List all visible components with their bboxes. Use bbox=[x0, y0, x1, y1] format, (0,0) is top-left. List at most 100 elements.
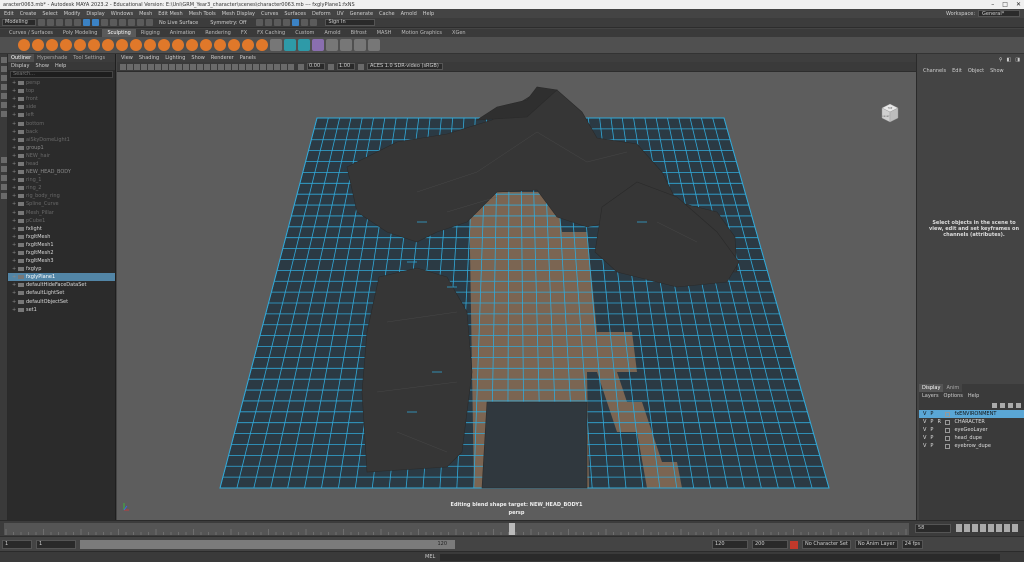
outliner-item[interactable]: + fxgltMesh bbox=[8, 233, 115, 241]
xray-icon[interactable] bbox=[274, 63, 280, 70]
range-slider-bar[interactable]: 120 bbox=[80, 540, 455, 549]
hypershade-icon[interactable] bbox=[283, 19, 291, 26]
outliner-tab-tool-settings[interactable]: Tool Settings bbox=[70, 54, 108, 62]
menu-deform[interactable]: Deform bbox=[312, 11, 331, 17]
image-plane-icon[interactable] bbox=[141, 63, 147, 70]
shelf-tab-animation[interactable]: Animation bbox=[165, 29, 201, 37]
knife-tool-icon[interactable] bbox=[200, 39, 212, 51]
menu-arnold[interactable]: Arnold bbox=[401, 11, 417, 17]
minimize-icon[interactable]: – bbox=[991, 1, 994, 8]
save-scene-icon[interactable] bbox=[56, 19, 63, 26]
channel-menu-object[interactable]: Object bbox=[968, 68, 984, 74]
outliner-item[interactable]: + front bbox=[8, 95, 115, 103]
script-language-label[interactable]: MEL bbox=[425, 554, 435, 560]
ipr-render-icon[interactable] bbox=[265, 19, 273, 26]
resolution-gate-icon[interactable] bbox=[162, 63, 168, 70]
outliner-menu-show[interactable]: Show bbox=[35, 62, 49, 70]
outliner-item[interactable]: + NEW_hair bbox=[8, 152, 115, 160]
antialias-icon[interactable] bbox=[253, 63, 259, 70]
expand-icon[interactable]: + bbox=[12, 226, 16, 232]
open-scene-icon[interactable] bbox=[47, 19, 54, 26]
relax-tool-icon[interactable] bbox=[46, 39, 58, 51]
persp-graph-icon[interactable] bbox=[1, 184, 7, 190]
expand-icon[interactable]: + bbox=[12, 242, 16, 248]
expand-icon[interactable]: + bbox=[12, 282, 16, 288]
viewport-canvas[interactable]: TOP FRONT Editing blend shape target: NE… bbox=[117, 72, 916, 520]
gate-mask-icon[interactable] bbox=[169, 63, 175, 70]
outliner-item[interactable]: + top bbox=[8, 87, 115, 95]
select-component-icon[interactable] bbox=[101, 19, 108, 26]
expand-icon[interactable]: + bbox=[12, 96, 16, 102]
menu-modify[interactable]: Modify bbox=[64, 11, 81, 17]
menu-mesh-display[interactable]: Mesh Display bbox=[222, 11, 255, 17]
expand-icon[interactable]: + bbox=[12, 234, 16, 240]
menu-windows[interactable]: Windows bbox=[111, 11, 133, 17]
outliner-item[interactable]: + set1 bbox=[8, 306, 115, 314]
grid-toggle-icon[interactable] bbox=[148, 63, 154, 70]
scale-tool-icon[interactable] bbox=[1, 102, 7, 108]
layer-visibility-toggle[interactable]: V bbox=[923, 427, 926, 433]
layer-playback-toggle[interactable]: P bbox=[930, 427, 933, 433]
expand-icon[interactable]: + bbox=[12, 161, 16, 167]
menu-mesh-tools[interactable]: Mesh Tools bbox=[189, 11, 216, 17]
expand-icon[interactable]: + bbox=[12, 299, 16, 305]
select-tool-icon[interactable] bbox=[1, 57, 7, 63]
layer-reference-toggle[interactable]: R bbox=[937, 419, 941, 425]
select-camera-icon[interactable] bbox=[120, 63, 126, 70]
viewport-menu-view[interactable]: View bbox=[121, 54, 133, 62]
outliner-item[interactable]: + head bbox=[8, 160, 115, 168]
snap-grid-icon[interactable] bbox=[110, 19, 117, 26]
outliner-item[interactable]: + Mesh_Pillar bbox=[8, 209, 115, 217]
layer-color-swatch[interactable] bbox=[945, 427, 951, 433]
attribute-editor-icon[interactable]: ◧ bbox=[1007, 57, 1012, 63]
outliner-item[interactable]: + fxglyp bbox=[8, 265, 115, 273]
expand-icon[interactable]: + bbox=[12, 193, 16, 199]
playback-end-field[interactable]: 120 bbox=[712, 540, 748, 549]
maximize-icon[interactable]: □ bbox=[1002, 1, 1008, 8]
outliner-item[interactable]: + persp bbox=[8, 79, 115, 87]
modeling-toolkit-icon[interactable]: ◨ bbox=[1015, 57, 1020, 63]
layer-tab-anim[interactable]: Anim bbox=[943, 384, 963, 392]
expand-icon[interactable]: + bbox=[12, 80, 16, 86]
wireframe-on-shaded-icon[interactable] bbox=[211, 63, 217, 70]
expand-icon[interactable]: + bbox=[12, 218, 16, 224]
camera-attributes-icon[interactable] bbox=[127, 63, 133, 70]
live-surface-label[interactable]: No Live Surface bbox=[159, 20, 198, 26]
outliner-item[interactable]: + back bbox=[8, 128, 115, 136]
smear-tool-icon[interactable] bbox=[214, 39, 226, 51]
layer-visibility-toggle[interactable]: V bbox=[923, 411, 926, 417]
safe-title-icon[interactable] bbox=[190, 63, 196, 70]
ambient-occlusion-icon[interactable] bbox=[239, 63, 245, 70]
sculpt-mesh-icon[interactable] bbox=[368, 39, 380, 51]
expand-icon[interactable]: + bbox=[12, 88, 16, 94]
playback-start-field[interactable]: 1 bbox=[36, 540, 76, 549]
expand-icon[interactable]: + bbox=[12, 153, 16, 159]
layer-menu-help[interactable]: Help bbox=[968, 392, 979, 400]
grab-tool-icon[interactable] bbox=[60, 39, 72, 51]
shelf-tab-mash[interactable]: MASH bbox=[372, 29, 397, 37]
outliner-item[interactable]: + fxglyPlane1 bbox=[8, 273, 115, 282]
outliner-item[interactable]: + defaultHideFaceDataSet bbox=[8, 281, 115, 289]
menu-edit-mesh[interactable]: Edit Mesh bbox=[158, 11, 182, 17]
shape-editor-icon[interactable] bbox=[298, 39, 310, 51]
select-hierarchy-icon[interactable] bbox=[83, 19, 90, 26]
pose-editor-icon[interactable] bbox=[312, 39, 324, 51]
exposure-field[interactable]: 0.00 bbox=[307, 63, 325, 70]
outliner-item[interactable]: + fxgltMesh2 bbox=[8, 249, 115, 257]
shelf-tab-poly-modeling[interactable]: Poly Modeling bbox=[58, 29, 103, 37]
step-forward-key-icon[interactable] bbox=[1004, 524, 1010, 532]
outliner-item[interactable]: + defaultObjectSet bbox=[8, 298, 115, 306]
shelf-tab-motion-graphics[interactable]: Motion Graphics bbox=[396, 29, 447, 37]
menu-select[interactable]: Select bbox=[42, 11, 57, 17]
anim-start-field[interactable]: 1 bbox=[2, 540, 32, 549]
outliner-item[interactable]: + aiSkyDomeLight1 bbox=[8, 136, 115, 144]
layer-playback-toggle[interactable]: P bbox=[930, 411, 933, 417]
outliner-item[interactable]: + fxlight bbox=[8, 225, 115, 233]
redo-icon[interactable] bbox=[74, 19, 81, 26]
layer-playback-toggle[interactable]: P bbox=[930, 443, 933, 449]
layer-color-swatch[interactable] bbox=[945, 443, 951, 449]
expand-icon[interactable]: + bbox=[12, 169, 16, 175]
menuset-dropdown[interactable]: Modeling bbox=[2, 19, 36, 26]
layer-color-swatch[interactable] bbox=[945, 419, 951, 425]
anim-end-field[interactable]: 200 bbox=[752, 540, 788, 549]
